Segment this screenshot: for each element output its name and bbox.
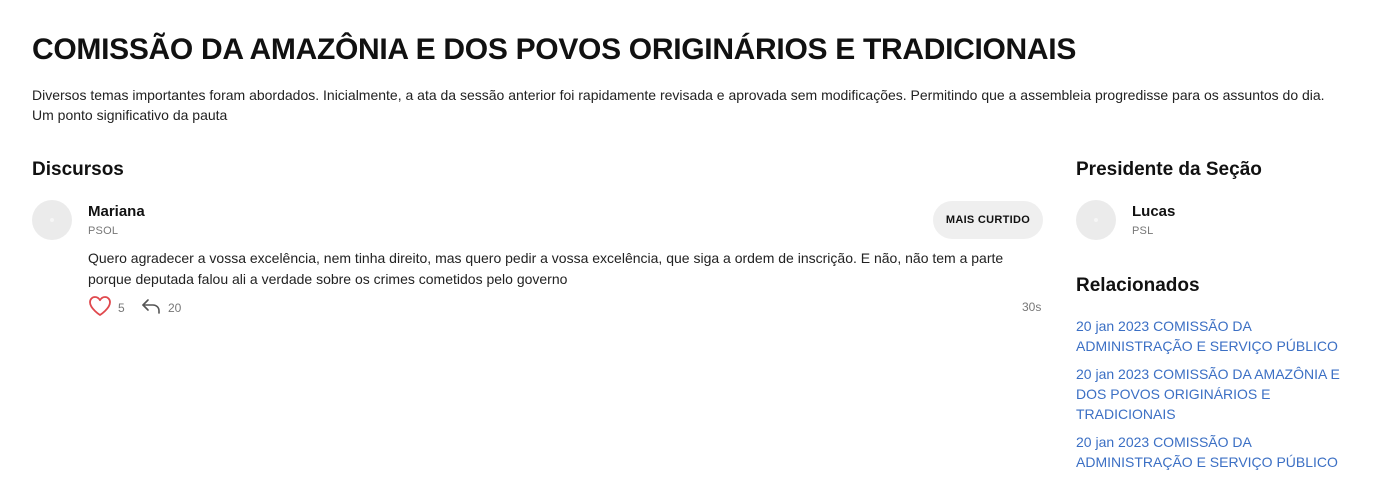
session-summary: Diversos temas importantes foram abordad… <box>32 87 1325 123</box>
reply-arrow-icon <box>140 296 162 321</box>
president-avatar[interactable] <box>1076 200 1116 240</box>
like-count: 5 <box>118 301 125 315</box>
president-party: PSL <box>1132 225 1154 237</box>
speech-time: 30s <box>1022 300 1042 314</box>
related-link[interactable]: 20 jan 2023 COMISSÃO DA ADMINISTRAÇÃO E … <box>1076 316 1346 356</box>
speaker-name[interactable]: Mariana <box>88 203 145 220</box>
related-link[interactable]: 20 jan 2023 COMISSÃO DA AMAZÔNIA E DOS P… <box>1076 364 1346 424</box>
page-title: COMISSÃO DA AMAZÔNIA E DOS POVOS ORIGINÁ… <box>32 33 1077 66</box>
relacionados-heading: Relacionados <box>1076 275 1200 296</box>
like-button[interactable]: 5 <box>88 295 125 322</box>
related-link[interactable]: 20 jan 2023 COMISSÃO DA ADMINISTRAÇÃO E … <box>1076 432 1346 472</box>
speaker-avatar[interactable] <box>32 200 72 240</box>
heart-icon <box>88 295 112 322</box>
president-name[interactable]: Lucas <box>1132 203 1175 220</box>
speaker-party: PSOL <box>88 225 119 237</box>
presidente-heading: Presidente da Seção <box>1076 159 1262 180</box>
most-liked-badge[interactable]: MAIS CURTIDO <box>933 201 1043 239</box>
speech-text: Quero agradecer a vossa excelência, nem … <box>88 250 1004 287</box>
reply-count: 20 <box>168 301 182 315</box>
reply-button[interactable]: 20 <box>140 296 181 320</box>
discursos-heading: Discursos <box>32 159 124 180</box>
